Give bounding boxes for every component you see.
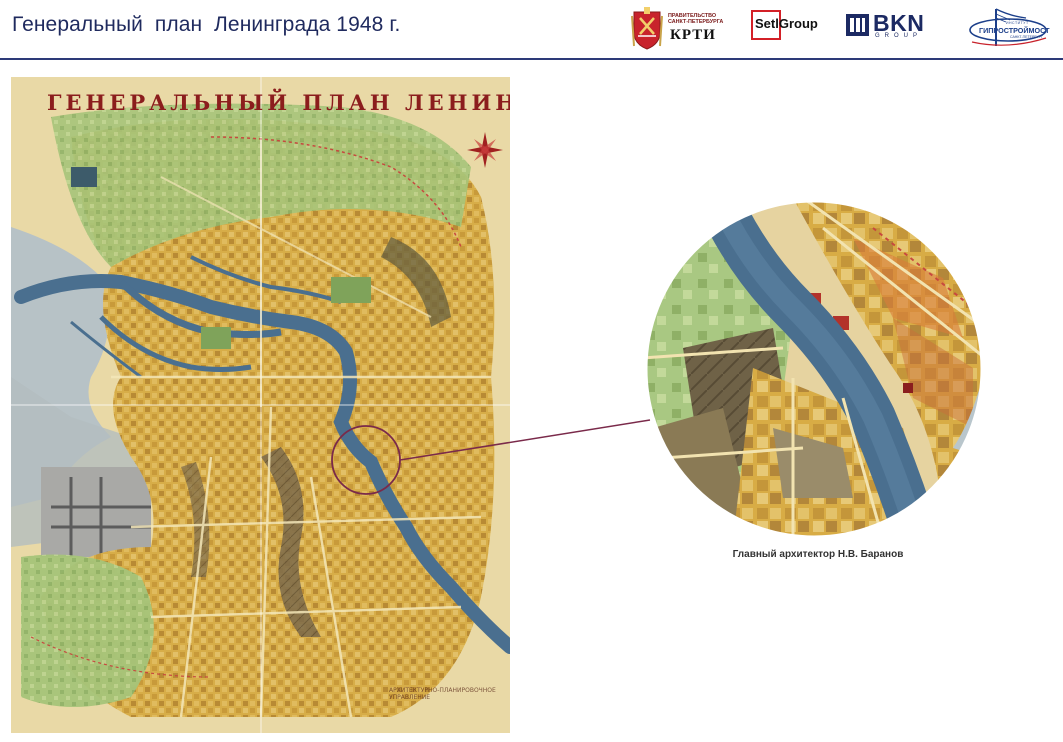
krti-small-text: ПРАВИТЕЛЬСТВО САНКТ-ПЕТЕРБУРГА xyxy=(668,13,724,25)
setl-text: SetlGroup xyxy=(755,16,818,31)
gipro-sub-text: САНКТ-ПЕТЕРБУРГ xyxy=(1010,35,1043,39)
general-plan-map: ГЕНЕРАЛЬНЫЙ ПЛАН ЛЕНИНГРАДА АРХИТЕКТУРНО… xyxy=(11,77,510,733)
caption-chief-architect: Главный архитектор Н.В. Баранов xyxy=(732,549,904,560)
gipro-text: ГИПРОСТРОЙМОСТ xyxy=(979,26,1050,35)
bkn-group-logo: BKN GROUP xyxy=(846,10,942,41)
zoom-detail-drawing xyxy=(644,199,984,539)
krti-big-text: КРТИ xyxy=(670,27,716,43)
zoomed-map-detail xyxy=(643,198,985,540)
coat-of-arms-icon xyxy=(631,7,663,50)
map-title: ГЕНЕРАЛЬНЫЙ ПЛАН ЛЕНИНГРАДА xyxy=(47,90,510,115)
page-title: Генеральный план Ленинграда 1948 г. xyxy=(12,13,401,36)
gipro-small-text: ИНСТИТУТ xyxy=(1006,21,1029,25)
map-stamp-text: АРХИТЕКТУРНО-ПЛАНИРОВОЧНОЕ УПРАВЛЕНИЕ xyxy=(389,687,496,701)
map-drawing xyxy=(11,77,510,733)
bkn-mark-icon xyxy=(846,14,869,36)
header-divider xyxy=(0,58,1063,60)
bkn-sub-text: GROUP xyxy=(875,33,923,39)
giprostroymost-logo: ИНСТИТУТ ГИПРОСТРОЙМОСТ САНКТ-ПЕТЕРБУРГ xyxy=(966,6,1050,50)
setl-group-logo: SetlGroup xyxy=(751,10,823,40)
page-header: Генеральный план Ленинграда 1948 г. ПРАВ… xyxy=(0,0,1063,58)
krti-logo: ПРАВИТЕЛЬСТВО САНКТ-ПЕТЕРБУРГА КРТИ xyxy=(630,6,724,50)
